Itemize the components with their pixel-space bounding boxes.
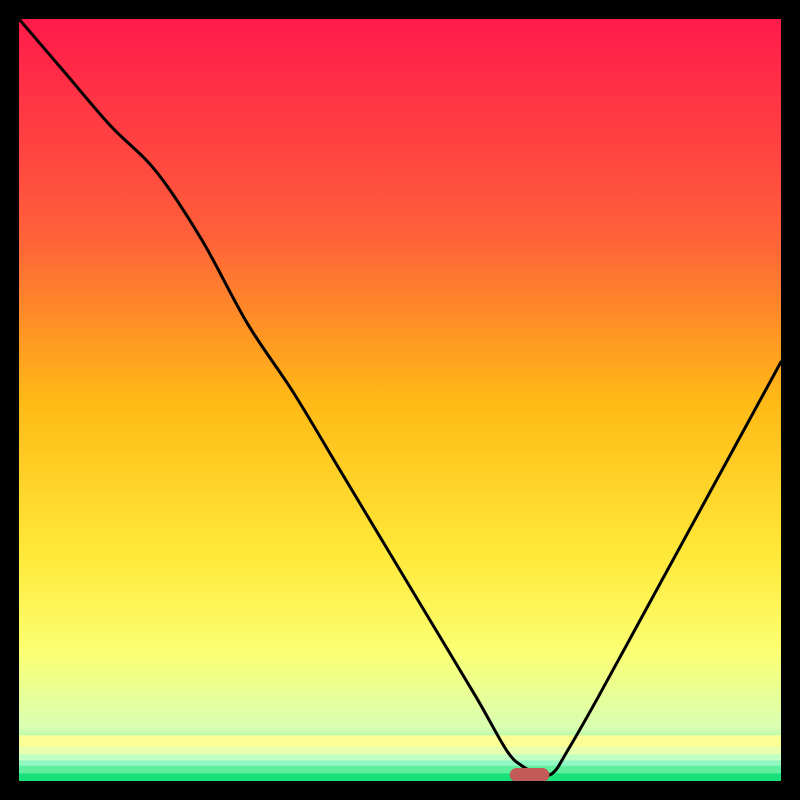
chart-frame: TheBottleneck.com <box>19 19 781 781</box>
bottom-bands <box>19 735 781 781</box>
gradient-background <box>19 19 781 781</box>
chart-svg <box>19 19 781 781</box>
optimum-marker <box>510 768 550 781</box>
